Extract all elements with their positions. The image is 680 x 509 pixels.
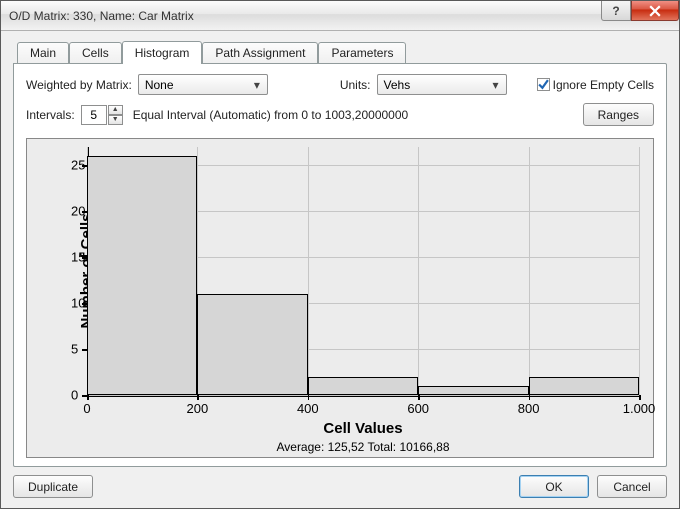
intervals-label: Intervals: (26, 108, 75, 122)
tab-main[interactable]: Main (17, 42, 69, 63)
titlebar-buttons: ? (601, 1, 679, 23)
controls-row-2: Intervals: 5 ▲ ▼ Equal Interval (Automat… (26, 103, 654, 126)
histogram-chart: Number of CellsCell ValuesAverage: 125,5… (26, 138, 654, 458)
tab-parameters[interactable]: Parameters (318, 42, 406, 63)
units-value: Vehs (384, 78, 411, 92)
tab-cells[interactable]: Cells (69, 42, 122, 63)
checkbox-box (537, 78, 550, 91)
spinner-down[interactable]: ▼ (108, 115, 123, 125)
dialog-content: Main Cells Histogram Path Assignment Par… (1, 31, 679, 508)
chart-stats: Average: 125,52 Total: 10166,88 (276, 440, 449, 454)
dialog-window: O/D Matrix: 330, Name: Car Matrix ? Main… (0, 0, 680, 509)
y-tick-label: 5 (71, 342, 77, 357)
ok-button[interactable]: OK (519, 475, 589, 498)
titlebar: O/D Matrix: 330, Name: Car Matrix ? (1, 1, 679, 31)
y-tick-label: 25 (71, 158, 77, 173)
ignore-empty-checkbox[interactable]: Ignore Empty Cells (537, 78, 654, 92)
tab-label: Main (30, 46, 56, 60)
units-label: Units: (340, 78, 371, 92)
x-axis-label: Cell Values (323, 420, 402, 437)
button-label: Cancel (613, 480, 650, 494)
chevron-down-icon: ▾ (488, 78, 504, 92)
close-icon (649, 5, 661, 17)
cancel-button[interactable]: Cancel (597, 475, 667, 498)
check-icon (538, 79, 549, 90)
y-tick-label: 0 (71, 388, 77, 403)
ranges-button[interactable]: Ranges (583, 103, 654, 126)
duplicate-button[interactable]: Duplicate (13, 475, 93, 498)
tab-label: Cells (82, 46, 109, 60)
help-button[interactable]: ? (601, 1, 631, 21)
y-tick-label: 15 (71, 250, 77, 265)
weighted-value: None (145, 78, 174, 92)
x-tick-label: 400 (297, 401, 319, 416)
button-label: OK (545, 480, 562, 494)
button-label: Duplicate (28, 480, 78, 494)
weighted-combo[interactable]: None ▾ (138, 74, 268, 95)
x-tick-label: 200 (187, 401, 209, 416)
tab-label: Parameters (331, 46, 393, 60)
close-button[interactable] (631, 1, 679, 21)
units-combo[interactable]: Vehs ▾ (377, 74, 507, 95)
y-tick-label: 10 (71, 296, 77, 311)
tab-label: Histogram (135, 46, 190, 60)
intervals-desc: Equal Interval (Automatic) from 0 to 100… (133, 108, 409, 122)
intervals-value[interactable]: 5 (81, 105, 107, 125)
x-tick-label: 600 (407, 401, 429, 416)
x-tick-label: 1.000 (623, 401, 656, 416)
chevron-down-icon: ▾ (249, 78, 265, 92)
weighted-label: Weighted by Matrix: (26, 78, 132, 92)
intervals-spinner[interactable]: 5 ▲ ▼ (81, 105, 123, 125)
ignore-label: Ignore Empty Cells (553, 78, 654, 92)
histogram-bar (529, 377, 639, 395)
x-tick-label: 800 (518, 401, 540, 416)
histogram-bar (87, 156, 197, 395)
tab-histogram[interactable]: Histogram (122, 41, 203, 64)
histogram-bar (308, 377, 418, 395)
tab-label: Path Assignment (215, 46, 305, 60)
spinner-up[interactable]: ▲ (108, 105, 123, 115)
y-tick-label: 20 (71, 204, 77, 219)
x-tick-label: 0 (83, 401, 90, 416)
spinner-arrows: ▲ ▼ (108, 105, 123, 125)
tabstrip: Main Cells Histogram Path Assignment Par… (17, 41, 667, 63)
button-label: Ranges (598, 108, 639, 122)
tab-panel-histogram: Weighted by Matrix: None ▾ Units: Vehs ▾… (13, 63, 667, 467)
histogram-bar (418, 386, 528, 395)
window-title: O/D Matrix: 330, Name: Car Matrix (9, 9, 194, 23)
controls-row-1: Weighted by Matrix: None ▾ Units: Vehs ▾… (26, 74, 654, 95)
histogram-bar (197, 294, 307, 395)
tab-path-assignment[interactable]: Path Assignment (202, 42, 318, 63)
dialog-footer: Duplicate OK Cancel (13, 467, 667, 498)
